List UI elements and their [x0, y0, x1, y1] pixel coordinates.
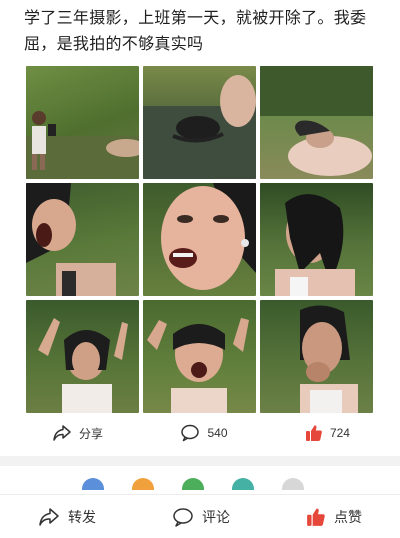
reactions-strip [14, 474, 386, 490]
share-label: 分享 [79, 426, 104, 441]
avatar[interactable] [232, 478, 254, 490]
photo-7[interactable] [26, 300, 139, 413]
photo-arms-up-shouting [147, 318, 249, 413]
photo-grid [26, 66, 374, 414]
avatar[interactable] [282, 478, 304, 490]
photo-person-by-pond [26, 111, 139, 179]
photo-face-closeup [161, 183, 256, 290]
forward-label: 转发 [68, 508, 96, 525]
photo-hand-to-mouth [300, 305, 358, 413]
photo-4[interactable] [26, 183, 139, 296]
thumbs-up-icon [305, 425, 322, 441]
bottom-action-bar: 转发 评论 点赞 [0, 494, 400, 538]
thumbs-up-icon [307, 508, 325, 526]
photo-8[interactable] [143, 300, 256, 413]
photo-person-in-water [143, 75, 256, 179]
forward-button[interactable]: 转发 [38, 507, 96, 527]
like-button[interactable]: 724 [305, 424, 350, 442]
comment-tab-button[interactable]: 评论 [172, 507, 230, 527]
comment-count: 540 [207, 426, 228, 440]
photo-6[interactable] [260, 183, 373, 296]
photo-person-lying-back [260, 66, 373, 176]
share-icon [53, 425, 71, 441]
comment-label: 评论 [202, 508, 230, 525]
section-divider [0, 456, 400, 466]
photo-5[interactable] [143, 183, 256, 296]
avatar[interactable] [82, 478, 104, 490]
share-button[interactable]: 分享 [52, 424, 103, 442]
photo-9[interactable] [260, 300, 373, 413]
post-action-row: 分享 540 724 [26, 418, 374, 448]
photo-hair-over-face [275, 194, 355, 296]
comment-icon [173, 507, 193, 527]
photo-hands-raised [38, 318, 128, 413]
photo-2[interactable] [143, 66, 256, 179]
photo-1[interactable] [26, 66, 139, 179]
post-text: 学了三年摄影，上班第一天，就被开除了。我委屈，是我拍的不够真实吗 [24, 10, 367, 53]
comment-icon [181, 424, 200, 442]
avatar[interactable] [182, 478, 204, 490]
like-label: 点赞 [334, 508, 362, 525]
like-tab-button[interactable]: 点赞 [306, 507, 362, 527]
photo-3[interactable] [260, 66, 373, 179]
forward-icon [39, 507, 59, 526]
like-count: 724 [329, 426, 350, 440]
avatar[interactable] [132, 478, 154, 490]
photo-face-screaming [26, 183, 116, 296]
comment-button[interactable]: 540 [180, 424, 228, 442]
